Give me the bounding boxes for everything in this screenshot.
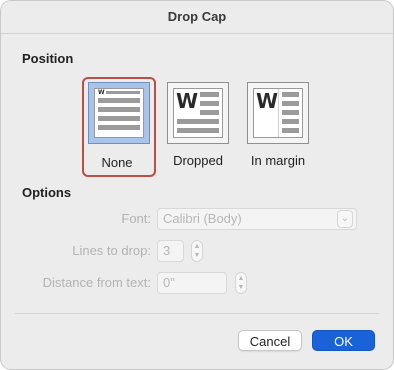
lines-stepper[interactable]: ▲ ▼ (191, 240, 203, 262)
distance-from-text-label: Distance from text: (42, 275, 151, 290)
position-dropped-label: Dropped (173, 153, 223, 168)
title-bar: Drop Cap (1, 1, 393, 34)
position-option-dropped[interactable]: W Dropped (161, 77, 235, 177)
chevron-down-icon: ⌄ (337, 210, 353, 228)
position-option-in-margin[interactable]: W In margin (241, 77, 315, 177)
lines-to-drop-value: 3 (163, 243, 171, 258)
distance-stepper[interactable]: ▲ ▼ (235, 272, 247, 294)
in-margin-preview-icon: W (247, 82, 309, 144)
font-value: Calibri (Body) (163, 211, 242, 226)
stepper-down-icon: ▼ (193, 252, 201, 259)
position-in-margin-label: In margin (250, 153, 306, 168)
ok-button[interactable]: OK (312, 330, 375, 351)
cancel-button[interactable]: Cancel (238, 330, 302, 351)
font-label: Font: (121, 211, 151, 226)
distance-value: 0" (163, 275, 175, 290)
margin-letter-icon: W (256, 89, 279, 113)
drop-cap-dialog: Drop Cap Position W None W Dropped W In … (0, 0, 394, 370)
position-section-label: Position (22, 51, 74, 66)
stepper-down-icon: ▼ (237, 284, 245, 291)
dropped-preview-icon: W (167, 82, 229, 144)
dialog-title: Drop Cap (167, 9, 227, 24)
small-letter-icon: W (98, 89, 105, 96)
lines-to-drop-label: Lines to drop: (72, 243, 151, 258)
options-section-label: Options (22, 185, 72, 200)
stepper-up-icon: ▲ (237, 275, 245, 282)
none-preview-icon: W (88, 82, 150, 144)
distance-from-text-field[interactable]: 0" (157, 272, 227, 294)
position-none-label: None (101, 155, 133, 170)
divider (15, 313, 379, 314)
stepper-up-icon: ▲ (193, 243, 201, 250)
font-select[interactable]: Calibri (Body) ⌄ (157, 208, 357, 230)
position-option-none[interactable]: W None (82, 77, 156, 177)
lines-to-drop-field[interactable]: 3 (157, 240, 184, 262)
dropped-letter-icon: W (176, 89, 199, 113)
